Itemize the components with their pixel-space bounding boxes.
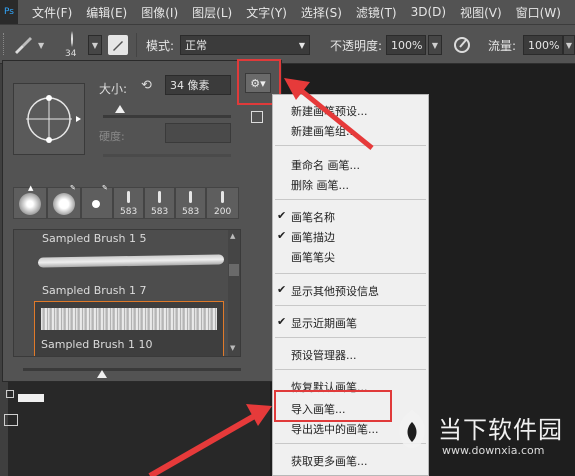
arrow-to-import-icon bbox=[148, 404, 272, 476]
watermark-title: 当下软件园 bbox=[438, 416, 563, 444]
watermark-url: www.downxia.com bbox=[442, 444, 545, 457]
arrow-to-gear-icon bbox=[284, 78, 374, 150]
watermark: 当下软件园 www.downxia.com bbox=[390, 404, 570, 470]
watermark-logo-icon bbox=[392, 408, 432, 454]
